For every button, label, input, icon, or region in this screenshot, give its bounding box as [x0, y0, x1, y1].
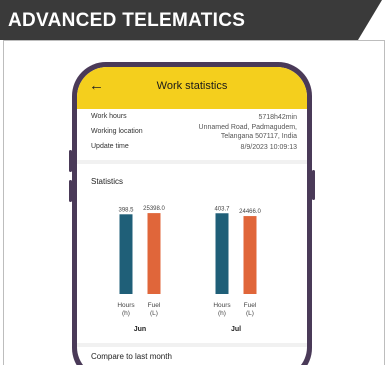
bar-category-unit: (h) — [122, 310, 130, 317]
phone-side-button — [69, 180, 72, 202]
month-label: Jun — [134, 326, 146, 333]
bar-value-label: 24466.0 — [239, 209, 261, 215]
phone-screen: ← Work statistics Work hours 5718h42min … — [77, 67, 307, 365]
chart-bar — [215, 213, 229, 294]
phone-side-button — [69, 150, 72, 172]
bar-category-label: Fuel — [244, 302, 257, 309]
bar-category-label: Fuel — [148, 302, 161, 309]
bar-value-label: 403.7 — [214, 206, 230, 212]
bar-category-label: Hours — [117, 302, 135, 309]
chart-bar — [243, 216, 257, 294]
compare-title: Compare to last month — [91, 352, 172, 361]
section-divider — [77, 343, 307, 347]
header-banner: ADVANCED TELEMATICS — [0, 0, 382, 40]
month-label: Jul — [231, 326, 241, 333]
statistics-chart: 398.5Hours(h)25398.0Fuel(L)Jun403.7Hours… — [117, 206, 261, 333]
bar-value-label: 398.5 — [118, 207, 134, 213]
bar-value-label: 25398.0 — [143, 206, 165, 212]
bar-category-unit: (h) — [218, 310, 226, 317]
bar-category-unit: (L) — [246, 310, 254, 317]
bar-category-unit: (L) — [150, 310, 158, 317]
banner-title: ADVANCED TELEMATICS — [8, 10, 246, 31]
chart-bar — [147, 213, 161, 294]
chart-bar — [119, 214, 133, 294]
bar-category-label: Hours — [213, 302, 231, 309]
phone-power-button — [312, 170, 315, 200]
